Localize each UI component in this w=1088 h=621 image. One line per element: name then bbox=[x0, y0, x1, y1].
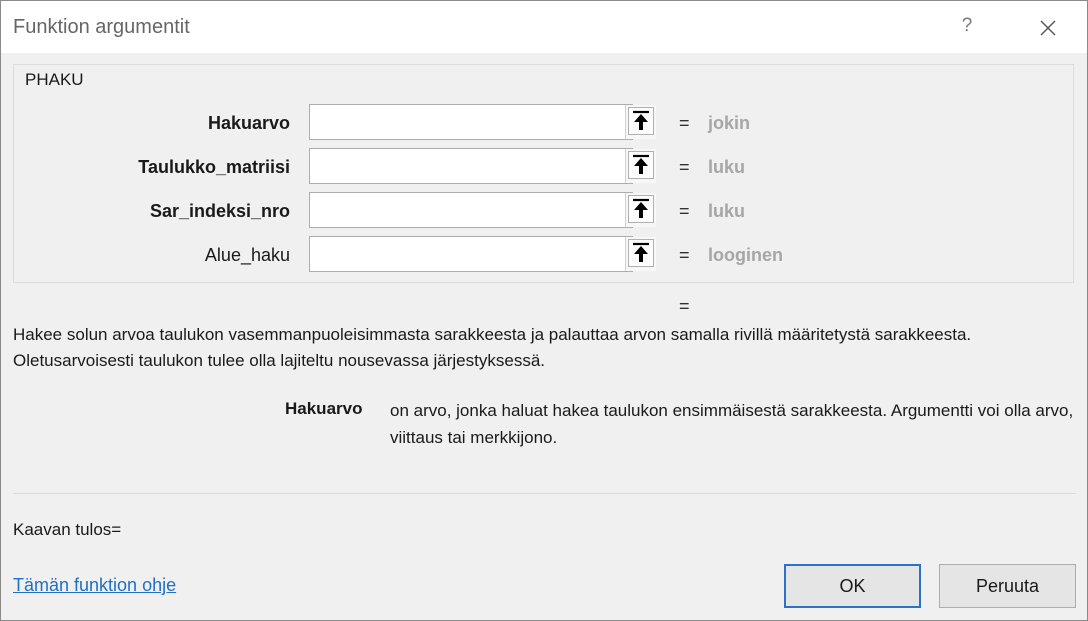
arg-type-alue-haku: looginen bbox=[708, 245, 783, 265]
arg-input-hakuarvo[interactable] bbox=[309, 104, 656, 140]
divider bbox=[13, 493, 1076, 494]
collapse-dialog-button[interactable] bbox=[625, 193, 656, 227]
argument-help-name: Hakuarvo bbox=[285, 399, 363, 418]
collapse-dialog-button[interactable] bbox=[625, 105, 656, 139]
help-button[interactable]: ? bbox=[953, 11, 981, 41]
close-icon bbox=[1040, 20, 1056, 36]
formula-result: Kaavan tulos= bbox=[13, 520, 122, 539]
arg-type-sar-indeksi-nro: luku bbox=[708, 201, 746, 221]
function-result-equals: = bbox=[679, 296, 690, 316]
arg-equals: = bbox=[679, 245, 690, 265]
range-select-icon bbox=[633, 110, 649, 130]
arg-input-alue-haku[interactable] bbox=[309, 236, 656, 272]
cancel-button[interactable]: Peruuta bbox=[939, 564, 1076, 608]
ok-button[interactable]: OK bbox=[784, 564, 921, 608]
arg-type-taulukko-matriisi: luku bbox=[708, 157, 746, 177]
collapse-dialog-button[interactable] bbox=[625, 237, 656, 271]
arg-field-hakuarvo[interactable] bbox=[310, 105, 624, 139]
collapse-dialog-button[interactable] bbox=[625, 149, 656, 183]
function-arguments-dialog: Funktion argumentit ? PHAKU Hakuarvo = j… bbox=[0, 0, 1088, 621]
arg-field-sar-indeksi-nro[interactable] bbox=[310, 193, 624, 227]
arg-label-taulukko-matriisi: Taulukko_matriisi bbox=[138, 157, 290, 177]
dialog-title: Funktion argumentit bbox=[13, 16, 190, 38]
arg-input-taulukko-matriisi[interactable] bbox=[309, 148, 656, 184]
arg-label-sar-indeksi-nro: Sar_indeksi_nro bbox=[149, 201, 290, 221]
range-select-icon bbox=[633, 198, 649, 218]
function-help-link[interactable]: Tämän funktion ohje bbox=[13, 575, 176, 596]
close-button[interactable] bbox=[1031, 11, 1065, 45]
arg-label-hakuarvo: Hakuarvo bbox=[207, 113, 290, 133]
range-select-icon bbox=[633, 242, 649, 262]
arg-label-alue-haku: Alue_haku bbox=[204, 245, 290, 265]
arg-field-taulukko-matriisi[interactable] bbox=[310, 149, 624, 183]
arg-equals: = bbox=[679, 113, 690, 133]
arg-equals: = bbox=[679, 201, 690, 221]
title-bar: Funktion argumentit ? bbox=[1, 1, 1087, 53]
function-name: PHAKU bbox=[25, 70, 84, 89]
arg-type-hakuarvo: jokin bbox=[708, 113, 751, 133]
arg-input-sar-indeksi-nro[interactable] bbox=[309, 192, 656, 228]
argument-help-text: on arvo, jonka haluat hakea taulukon ens… bbox=[390, 401, 1074, 447]
function-description: Hakee solun arvoa taulukon vasemmanpuole… bbox=[13, 325, 972, 370]
range-select-icon bbox=[633, 154, 649, 174]
arg-equals: = bbox=[679, 157, 690, 177]
arg-field-alue-haku[interactable] bbox=[310, 237, 624, 271]
